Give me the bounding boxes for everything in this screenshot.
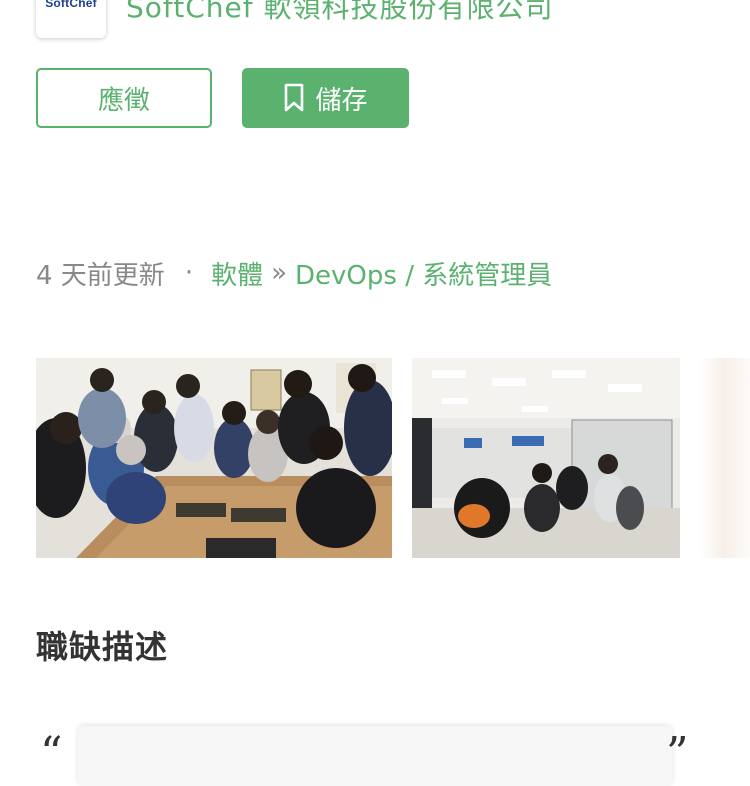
team-meeting-photo[interactable] xyxy=(36,358,392,558)
save-button[interactable]: 儲存 xyxy=(242,68,409,128)
job-meta: 4 天前更新 · 軟體 » DevOps / 系統管理員 xyxy=(36,253,552,293)
apply-button[interactable]: 應徵 xyxy=(36,68,212,128)
meta-dot: · xyxy=(184,258,194,288)
partial-photo[interactable] xyxy=(700,358,750,558)
office-photo[interactable] xyxy=(412,358,680,558)
company-logo[interactable]: SoftChef xyxy=(36,0,106,38)
save-button-label: 儲存 xyxy=(315,85,368,116)
company-logo-text: SoftChef xyxy=(45,0,97,10)
category-link[interactable]: 軟體 xyxy=(211,255,263,292)
photo-gallery[interactable] xyxy=(36,358,750,558)
quote-open-mark: “ xyxy=(40,728,63,779)
company-header: SoftChef SoftChef 軟領科技股份有限公司 xyxy=(36,0,553,38)
bookmark-icon xyxy=(283,83,305,113)
category-separator: » xyxy=(271,258,288,288)
updated-time: 4 天前更新 xyxy=(36,260,165,291)
job-description-title: 職缺描述 xyxy=(36,628,169,666)
company-name-link[interactable]: SoftChef 軟領科技股份有限公司 xyxy=(126,0,554,26)
job-description-card xyxy=(78,726,672,786)
apply-button-label: 應徵 xyxy=(97,85,150,116)
quote-close-mark: ” xyxy=(666,728,689,779)
subcategory-link[interactable]: DevOps / 系統管理員 xyxy=(295,255,552,292)
